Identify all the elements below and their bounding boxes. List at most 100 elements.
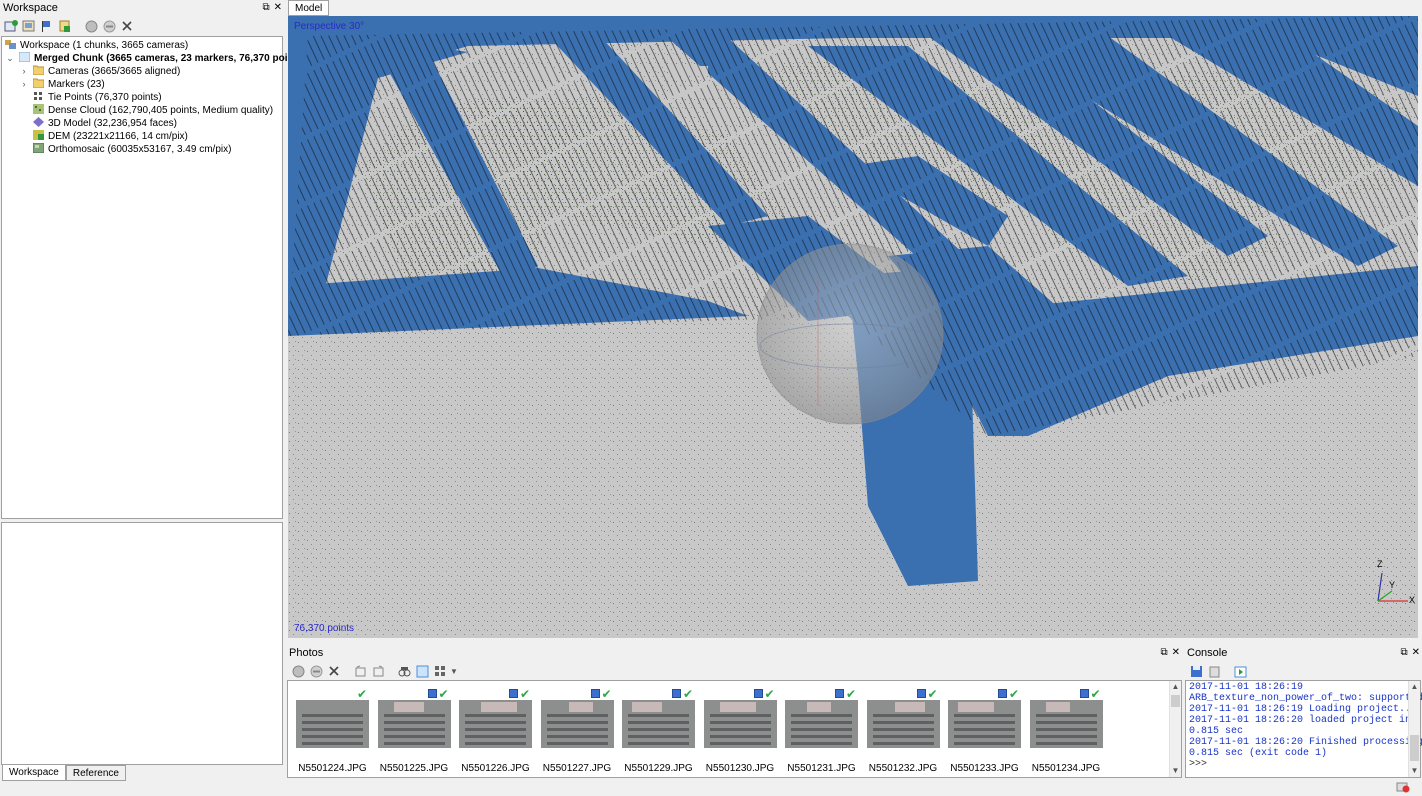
close-icon[interactable]: ✕ bbox=[1412, 645, 1420, 661]
rotate-left-icon[interactable] bbox=[352, 663, 368, 679]
aligned-check-icon: ✔ bbox=[846, 687, 857, 701]
tab-reference[interactable]: Reference bbox=[65, 765, 126, 781]
tab-workspace[interactable]: Workspace bbox=[2, 765, 66, 781]
workspace-title: Workspace bbox=[3, 2, 58, 14]
tree-item-workspace[interactable]: Workspace (1 chunks, 3665 cameras) bbox=[5, 39, 188, 52]
marker-flag-icon bbox=[753, 689, 763, 698]
workspace-panel-title: Workspace ⧉ ✕ bbox=[0, 0, 284, 16]
add-photos-icon[interactable] bbox=[21, 18, 37, 34]
tree-item-markers[interactable]: › Markers (23) bbox=[19, 78, 105, 91]
folder-icon bbox=[32, 65, 45, 76]
status-icon[interactable] bbox=[1396, 782, 1410, 793]
photo-thumbnail[interactable] bbox=[948, 700, 1021, 748]
console-line: 0.815 sec bbox=[1189, 726, 1244, 737]
tree-item-merged-chunk[interactable]: ⌄ Merged Chunk (3665 cameras, 23 markers,… bbox=[5, 51, 322, 65]
close-icon[interactable]: ✕ bbox=[274, 0, 282, 16]
marker-flag-icon bbox=[916, 689, 926, 698]
console-line: 2017-11-01 18:26:20 loaded project in bbox=[1189, 715, 1412, 726]
points-count-label: 76,370 points bbox=[294, 623, 355, 634]
console-scrollbar[interactable]: ▲ ▼ bbox=[1408, 681, 1420, 777]
save-log-icon[interactable] bbox=[1188, 663, 1204, 679]
tree-item-3d-model[interactable]: 3D Model (32,236,954 faces) bbox=[33, 117, 177, 130]
add-chunk-icon[interactable] bbox=[3, 18, 19, 34]
photo-filename: N5501229.JPG bbox=[624, 763, 693, 774]
clear-log-icon[interactable] bbox=[1206, 663, 1222, 679]
chevron-down-icon[interactable]: ⌄ bbox=[5, 52, 15, 65]
dropdown-arrow-icon[interactable]: ▼ bbox=[450, 663, 458, 679]
aligned-check-icon: ✔ bbox=[1090, 687, 1101, 701]
photo-filename: N5501226.JPG bbox=[461, 763, 530, 774]
photo-thumbnail[interactable] bbox=[1029, 700, 1103, 748]
remove-icon[interactable] bbox=[326, 663, 342, 679]
chevron-right-icon[interactable]: › bbox=[19, 78, 29, 91]
photo-thumbnail[interactable] bbox=[703, 700, 777, 748]
select-icon[interactable] bbox=[414, 663, 430, 679]
axis-x-label: X bbox=[1409, 595, 1416, 605]
scroll-up-icon[interactable]: ▲ bbox=[1409, 681, 1420, 693]
float-icon[interactable]: ⧉ bbox=[1400, 645, 1407, 661]
disable-icon[interactable] bbox=[308, 663, 324, 679]
float-icon[interactable]: ⧉ bbox=[262, 0, 269, 16]
photos-scrollbar[interactable]: ▲ ▼ bbox=[1169, 681, 1181, 777]
scroll-thumb[interactable] bbox=[1410, 735, 1419, 761]
tree-item-cameras[interactable]: › Cameras (3665/3665 aligned) bbox=[19, 65, 180, 78]
photo-thumbnail[interactable] bbox=[866, 700, 940, 748]
console-line: 2017-11-01 18:26:19 Loading project... bbox=[1189, 704, 1418, 715]
tree-item-orthomosaic[interactable]: Orthomosaic (60035x53167, 3.49 cm/pix) bbox=[32, 142, 231, 156]
chevron-right-icon[interactable]: › bbox=[19, 65, 29, 78]
scroll-down-icon[interactable]: ▼ bbox=[1409, 765, 1420, 777]
photo-filename: N5501225.JPG bbox=[379, 763, 449, 774]
run-script-icon[interactable] bbox=[1232, 663, 1248, 679]
marker-flag-icon bbox=[998, 689, 1007, 698]
console-line: ARB_texture_non_power_of_two: supported bbox=[1189, 693, 1422, 704]
disable-icon[interactable] bbox=[101, 18, 117, 34]
marker-flag-icon bbox=[1079, 689, 1089, 698]
photo-thumbnail[interactable] bbox=[377, 700, 451, 748]
tab-model[interactable]: Model bbox=[288, 0, 330, 16]
folder-icon bbox=[32, 78, 45, 89]
workspace-toolbar bbox=[0, 16, 284, 36]
model-scene bbox=[288, 16, 1418, 638]
aligned-check-icon: ✔ bbox=[683, 687, 694, 701]
tree-item-tie-points[interactable]: Tie Points (76,370 points) bbox=[33, 91, 162, 104]
remove-icon[interactable] bbox=[119, 18, 135, 34]
photo-thumbnail[interactable] bbox=[296, 700, 369, 748]
enable-icon[interactable] bbox=[83, 18, 99, 34]
aligned-check-icon: ✔ bbox=[520, 687, 531, 701]
console-line: 0.815 sec (exit code 1) bbox=[1189, 748, 1328, 759]
filter-icon[interactable] bbox=[396, 663, 412, 679]
scroll-up-icon[interactable]: ▲ bbox=[1170, 681, 1181, 693]
photo-filename: N5501230.JPG bbox=[705, 763, 775, 774]
properties-pane bbox=[1, 522, 283, 765]
add-marker-icon[interactable] bbox=[39, 18, 55, 34]
import-icon[interactable] bbox=[57, 18, 73, 34]
scroll-down-icon[interactable]: ▼ bbox=[1170, 765, 1181, 777]
model-icon bbox=[33, 117, 44, 127]
photo-filename: N5501234.JPG bbox=[1031, 763, 1101, 774]
model-tab-bar: Model bbox=[287, 0, 1422, 16]
photo-thumbnail[interactable] bbox=[459, 700, 532, 748]
photo-thumbnail[interactable] bbox=[540, 700, 614, 748]
photo-filename: N5501224.JPG bbox=[298, 763, 367, 774]
photo-filename: N5501232.JPG bbox=[868, 763, 938, 774]
dense-cloud-icon bbox=[33, 104, 44, 114]
console-title: Console bbox=[1187, 647, 1228, 659]
tree-item-dem[interactable]: DEM (23221x21166, 14 cm/pix) bbox=[33, 130, 188, 143]
enable-icon[interactable] bbox=[290, 663, 306, 679]
photo-filename: N5501233.JPG bbox=[950, 763, 1019, 774]
rotate-right-icon[interactable] bbox=[370, 663, 386, 679]
close-icon[interactable]: ✕ bbox=[1172, 645, 1180, 661]
photo-thumbnail[interactable] bbox=[785, 700, 858, 748]
tree-item-dense-cloud[interactable]: Dense Cloud (162,790,405 points, Medium … bbox=[33, 104, 273, 117]
view-mode-icon[interactable] bbox=[432, 663, 448, 679]
console-prompt[interactable]: >>> bbox=[1189, 759, 1207, 770]
photo-thumbnail[interactable] bbox=[622, 700, 695, 748]
float-icon[interactable]: ⧉ bbox=[1160, 645, 1167, 661]
axis-z-label: Z bbox=[1377, 559, 1383, 569]
aligned-check-icon: ✔ bbox=[601, 687, 612, 701]
model-viewport[interactable]: Perspective 30° 76,370 points Z Y X bbox=[288, 16, 1418, 638]
console-toolbar bbox=[1185, 661, 1422, 681]
photos-title: Photos bbox=[289, 647, 324, 659]
marker-flag-icon bbox=[835, 689, 844, 698]
scroll-thumb[interactable] bbox=[1171, 695, 1180, 707]
